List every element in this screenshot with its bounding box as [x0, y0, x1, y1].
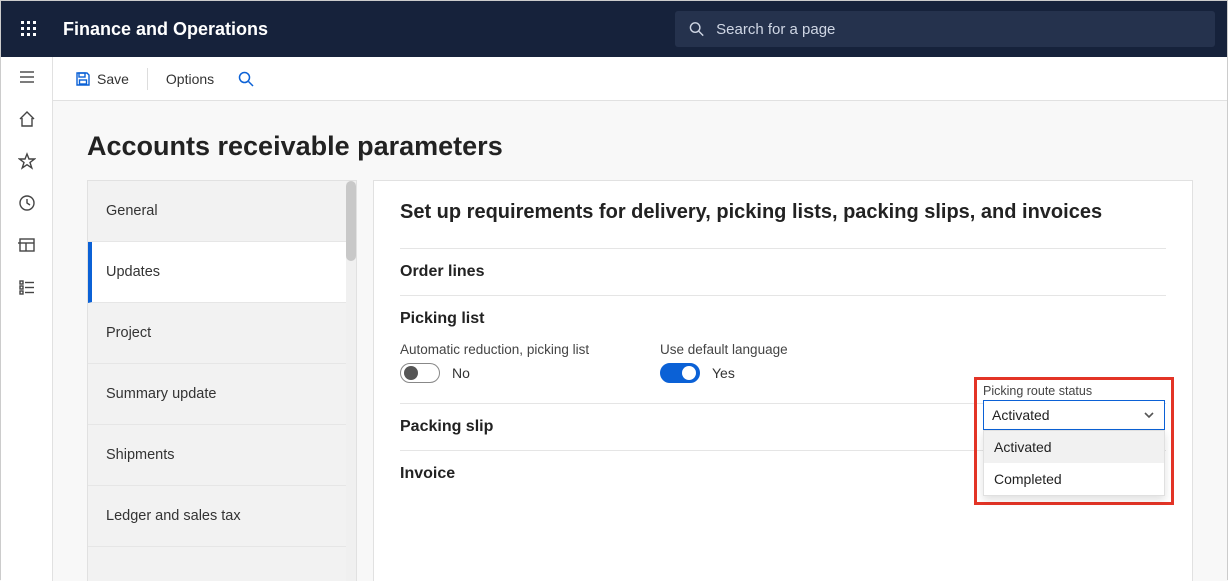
sidenav: General Updates Project Summary update S…: [87, 180, 357, 581]
use-default-lang-value: Yes: [712, 365, 735, 381]
top-navbar: Finance and Operations: [1, 1, 1227, 57]
modules-icon[interactable]: [17, 277, 37, 297]
auto-reduction-value: No: [452, 365, 470, 381]
page-title: Accounts receivable parameters: [87, 131, 1193, 162]
workspace-icon[interactable]: [17, 235, 37, 255]
section-picking-list[interactable]: Picking list: [400, 295, 1166, 342]
save-icon: [75, 71, 91, 87]
use-default-lang-toggle[interactable]: [660, 363, 700, 383]
sidenav-item-updates[interactable]: Updates: [88, 242, 356, 303]
options-label: Options: [166, 71, 214, 87]
app-title: Finance and Operations: [63, 19, 268, 40]
sidenav-scroll-track: [346, 181, 356, 581]
action-search-button[interactable]: [228, 65, 264, 93]
divider: [147, 68, 148, 90]
save-button[interactable]: Save: [65, 65, 139, 93]
panel-title: Set up requirements for delivery, pickin…: [400, 201, 1166, 224]
use-default-lang-label: Use default language: [660, 342, 860, 357]
picking-route-status-label: Picking route status: [983, 384, 1165, 398]
global-search[interactable]: [675, 11, 1215, 47]
star-icon[interactable]: [17, 151, 37, 171]
section-order-lines[interactable]: Order lines: [400, 248, 1166, 295]
auto-reduction-label: Automatic reduction, picking list: [400, 342, 600, 357]
search-icon: [689, 21, 704, 37]
picking-route-status-value: Activated: [992, 407, 1050, 423]
sidenav-item-general[interactable]: General: [88, 181, 356, 242]
sidenav-item-ledger-sales-tax[interactable]: Ledger and sales tax: [88, 486, 356, 547]
search-icon: [238, 71, 254, 87]
options-button[interactable]: Options: [156, 65, 224, 93]
save-label: Save: [97, 71, 129, 87]
option-activated[interactable]: Activated: [984, 431, 1164, 463]
app-launcher-icon[interactable]: [13, 13, 45, 45]
home-icon[interactable]: [17, 109, 37, 129]
picking-route-status-callout: Picking route status Activated Activated…: [974, 377, 1174, 505]
chevron-down-icon: [1142, 408, 1156, 422]
global-search-input[interactable]: [716, 21, 1201, 38]
picking-route-status-options: Activated Completed: [983, 430, 1165, 496]
picking-route-status-select[interactable]: Activated: [983, 400, 1165, 430]
action-bar: Save Options: [53, 57, 1227, 101]
hamburger-icon[interactable]: [17, 67, 37, 87]
sidenav-item-project[interactable]: Project: [88, 303, 356, 364]
clock-icon[interactable]: [17, 193, 37, 213]
sidenav-item-summary-update[interactable]: Summary update: [88, 364, 356, 425]
left-rail: [1, 57, 53, 581]
option-completed[interactable]: Completed: [984, 463, 1164, 495]
form-panel: Set up requirements for delivery, pickin…: [373, 180, 1193, 581]
auto-reduction-toggle[interactable]: [400, 363, 440, 383]
sidenav-scroll-thumb[interactable]: [346, 181, 356, 261]
sidenav-item-shipments[interactable]: Shipments: [88, 425, 356, 486]
